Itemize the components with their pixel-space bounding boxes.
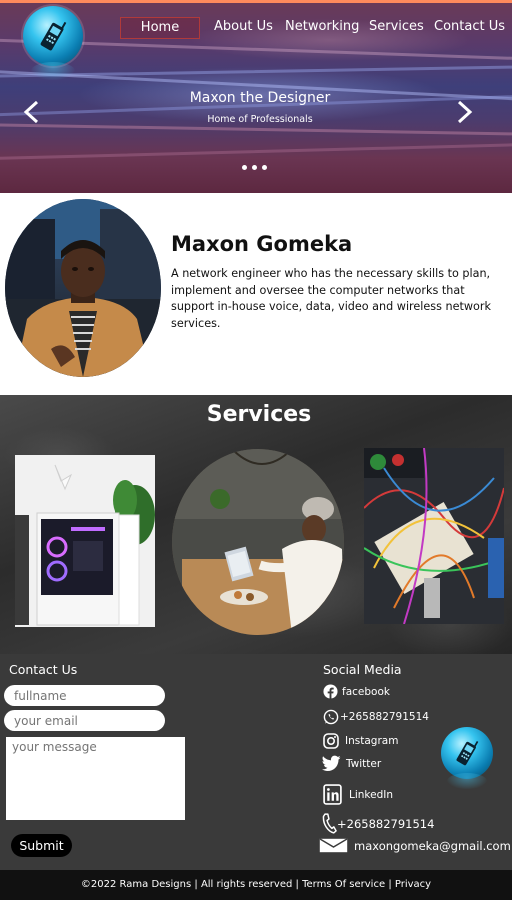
footer-separator: |: [295, 879, 299, 890]
logo-reflection: [31, 62, 75, 80]
whatsapp-icon: [323, 709, 339, 725]
linkedin-icon: [323, 784, 342, 805]
top-accent-bar: [0, 0, 512, 3]
terms-link[interactable]: Terms Of service: [302, 879, 385, 890]
carousel-dot[interactable]: [242, 165, 247, 170]
hero-wave-stripe: [0, 123, 512, 136]
fullname-input[interactable]: [4, 685, 165, 706]
carousel-dot[interactable]: [252, 165, 257, 170]
contact-section: Contact Us Submit Social Media facebook …: [0, 654, 512, 870]
carousel-next-button[interactable]: [454, 100, 474, 124]
instagram-icon: [323, 733, 339, 749]
facebook-link[interactable]: facebook: [323, 683, 390, 700]
email-address: maxongomeka@gmail.com: [354, 838, 511, 853]
profile-photo: [5, 199, 161, 377]
privacy-link[interactable]: Privacy: [395, 879, 431, 890]
instagram-label: Instagram: [345, 735, 399, 747]
carousel-indicators: [240, 165, 272, 171]
phone-icon: [456, 741, 479, 766]
facebook-icon: [323, 684, 338, 699]
service-card-computer-build[interactable]: [15, 455, 155, 627]
service-card-electronics[interactable]: [364, 448, 504, 624]
services-section: Services: [0, 395, 512, 654]
rights-text: All rights reserved: [200, 879, 293, 890]
site-footer: ©2022 Rama Designs | All rights reserved…: [0, 870, 512, 900]
footer-text: ©2022 Rama Designs | All rights reserved…: [0, 879, 512, 890]
submit-button[interactable]: Submit: [11, 834, 72, 857]
logo-reflection: [447, 773, 487, 789]
profile-name: Maxon Gomeka: [171, 232, 353, 256]
hero-title: Maxon the Designer: [189, 90, 331, 106]
nav-contact-us[interactable]: Contact Us: [434, 17, 505, 39]
phone-call-icon: [322, 813, 337, 834]
hero-subtitle: Home of Professionals: [207, 114, 313, 125]
service-card-consulting[interactable]: [172, 449, 344, 635]
contact-title: Contact Us: [9, 662, 78, 677]
whatsapp-number: +265882791514: [340, 711, 429, 723]
nav-home[interactable]: Home: [120, 17, 200, 39]
linkedin-label: LinkedIn: [349, 788, 394, 801]
circuit-board-image: [364, 448, 504, 624]
email-input[interactable]: [4, 710, 165, 731]
person-portrait-image: [5, 199, 161, 377]
message-input[interactable]: [6, 737, 185, 820]
instagram-link[interactable]: Instagram: [323, 733, 398, 749]
profile-description: A network engineer who has the necessary…: [171, 267, 491, 330]
facebook-label: facebook: [342, 685, 390, 698]
linkedin-link[interactable]: LinkedIn: [323, 784, 393, 805]
social-media-title: Social Media: [323, 662, 402, 677]
copyright-text: ©2022 Rama Designs: [80, 879, 192, 890]
email-link[interactable]: maxongomeka@gmail.com: [319, 838, 511, 853]
chevron-right-icon: [457, 100, 473, 124]
main-nav: Home About Us Networking Services Contac…: [0, 17, 512, 39]
profile-section: Maxon Gomeka A network engineer who has …: [0, 193, 512, 395]
pc-case-image: [15, 455, 155, 627]
nav-networking[interactable]: Networking: [285, 17, 359, 39]
laptop-user-image: [172, 449, 344, 635]
carousel-dot[interactable]: [262, 165, 267, 170]
footer-separator: |: [194, 879, 198, 890]
phone-number: +265882791514: [337, 816, 435, 831]
footer-separator: |: [388, 879, 392, 890]
twitter-link[interactable]: Twitter: [322, 755, 381, 772]
phone-link[interactable]: +265882791514: [322, 813, 434, 834]
nav-services[interactable]: Services: [369, 17, 424, 39]
twitter-icon: [322, 755, 341, 772]
footer-brand-logo[interactable]: [441, 727, 493, 789]
nav-about-us[interactable]: About Us: [214, 17, 273, 39]
hero-wave-stripe: [0, 142, 512, 161]
whatsapp-link[interactable]: +265882791514: [323, 709, 429, 725]
services-title: Services: [206, 402, 312, 427]
twitter-label: Twitter: [346, 757, 382, 770]
envelope-icon: [319, 838, 348, 853]
hero-carousel: Home About Us Networking Services Contac…: [0, 0, 512, 193]
